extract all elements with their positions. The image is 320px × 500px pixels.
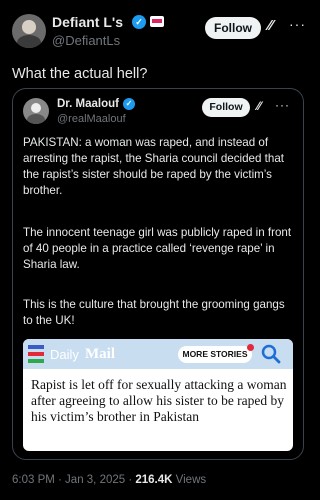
more-stories-button[interactable]: MORE STORIES: [178, 346, 252, 363]
author-name[interactable]: Defiant L's: [52, 14, 123, 30]
post-text: What the actual hell?: [12, 66, 148, 82]
search-icon[interactable]: [261, 344, 281, 364]
grok-icon[interactable]: ⁄⁄: [268, 17, 273, 34]
views-label: Views: [172, 474, 207, 486]
quoted-paragraph-3: This is the culture that brought the gro…: [23, 298, 285, 327]
quoted-author-avatar[interactable]: [23, 98, 49, 124]
quoted-author-handle[interactable]: @realMaalouf: [57, 113, 126, 125]
views-count: 216.4K: [135, 474, 173, 486]
post-timestamp[interactable]: 6:03 PM · Jan 3, 2025 ·: [12, 474, 135, 486]
hamburger-menu-icon[interactable]: [28, 345, 44, 363]
dailymail-logo-daily: Daily: [50, 347, 79, 362]
post-meta: 6:03 PM · Jan 3, 2025 · 216.4K Views: [12, 474, 206, 486]
author-handle[interactable]: @DefiantLs: [52, 33, 120, 48]
news-card[interactable]: Daily Mail MORE STORIES Rapist is let of…: [23, 339, 293, 451]
quoted-paragraph-1: PAKISTAN: a woman was raped, and instead…: [23, 136, 285, 197]
quoted-more-options-icon[interactable]: ···: [275, 98, 290, 112]
dailymail-logo-mail: Mail: [85, 346, 115, 362]
news-headline[interactable]: Rapist is let off for sexually attacking…: [31, 377, 287, 425]
verified-badge-icon: ✓: [132, 15, 146, 29]
quoted-verified-badge-icon: ✓: [123, 98, 135, 110]
quoted-paragraph-2: The innocent teenage girl was publicly r…: [23, 226, 292, 271]
quoted-post[interactable]: Dr. Maalouf ✓ @realMaalouf Follow ⁄⁄ ···…: [12, 88, 304, 460]
affiliate-flag-icon: [150, 16, 164, 27]
quoted-author-name[interactable]: Dr. Maalouf: [57, 98, 119, 110]
author-avatar[interactable]: [12, 14, 46, 48]
quoted-grok-icon[interactable]: ⁄⁄: [257, 99, 261, 113]
follow-button[interactable]: Follow: [205, 17, 261, 39]
notification-dot: [247, 344, 254, 351]
news-card-header: Daily Mail MORE STORIES: [23, 339, 293, 369]
quoted-follow-button[interactable]: Follow: [202, 98, 250, 117]
more-options-icon[interactable]: ···: [289, 16, 306, 32]
